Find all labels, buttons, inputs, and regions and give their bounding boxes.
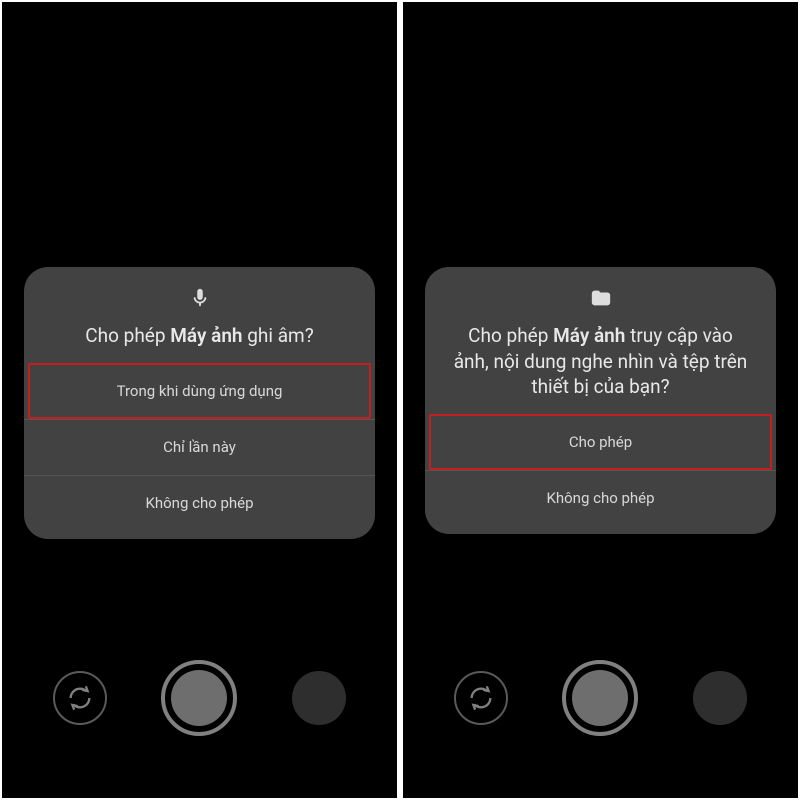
switch-camera-icon	[467, 684, 495, 712]
gallery-button[interactable]	[693, 671, 747, 725]
switch-camera-icon	[66, 684, 94, 712]
only-this-time-button[interactable]: Chỉ lần này	[24, 419, 375, 475]
title-pre: Cho phép	[85, 324, 170, 347]
title-bold: Máy ảnh	[170, 324, 242, 347]
deny-button[interactable]: Không cho phép	[425, 470, 776, 526]
permission-dialog: Cho phép Máy ảnh ghi âm? Trong khi dùng …	[24, 267, 375, 539]
button-label: Không cho phép	[546, 489, 654, 507]
phone-screen-left: Cho phép Máy ảnh ghi âm? Trong khi dùng …	[2, 2, 397, 798]
microphone-icon	[24, 287, 375, 309]
shutter-inner	[171, 670, 227, 726]
title-pre: Cho phép	[468, 324, 553, 347]
switch-camera-button[interactable]	[53, 671, 107, 725]
camera-controls	[2, 660, 397, 736]
camera-controls	[403, 660, 798, 736]
allow-while-using-button[interactable]: Trong khi dùng ứng dụng	[28, 363, 371, 419]
gallery-button[interactable]	[292, 671, 346, 725]
allow-button[interactable]: Cho phép	[429, 414, 772, 470]
permission-dialog: Cho phép Máy ảnh truy cập vào ảnh, nội d…	[425, 267, 776, 534]
title-post: ghi âm?	[243, 324, 314, 347]
phone-screen-right: Cho phép Máy ảnh truy cập vào ảnh, nội d…	[403, 2, 798, 798]
button-label: Trong khi dùng ứng dụng	[117, 382, 283, 400]
deny-button[interactable]: Không cho phép	[24, 475, 375, 531]
title-bold: Máy ảnh	[553, 324, 625, 347]
shutter-button[interactable]	[562, 660, 638, 736]
dialog-title: Cho phép Máy ảnh ghi âm?	[24, 323, 375, 349]
button-label: Cho phép	[569, 433, 632, 451]
dialog-title: Cho phép Máy ảnh truy cập vào ảnh, nội d…	[425, 323, 776, 400]
switch-camera-button[interactable]	[454, 671, 508, 725]
button-label: Không cho phép	[145, 494, 253, 512]
shutter-inner	[572, 670, 628, 726]
button-label: Chỉ lần này	[163, 438, 236, 456]
folder-icon	[425, 287, 776, 309]
shutter-button[interactable]	[161, 660, 237, 736]
